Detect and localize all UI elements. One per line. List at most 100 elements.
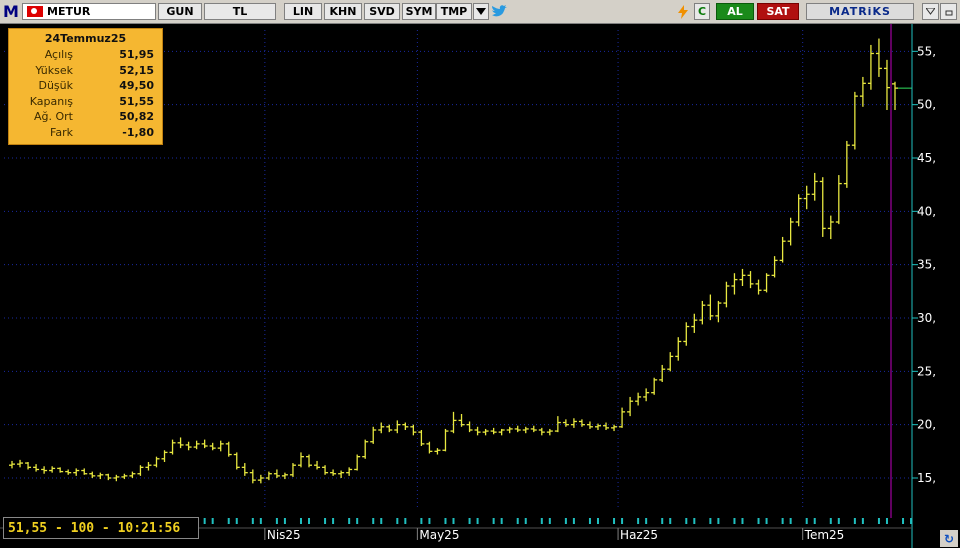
ohlc-bar: [225, 441, 232, 457]
ohlc-bar: [289, 463, 296, 477]
y-tick-label: 15,: [917, 471, 936, 485]
x-tick-label: Nis25: [267, 528, 301, 542]
volume-tick: [789, 518, 792, 524]
ohlc-bar: [835, 175, 842, 225]
volume-tick: [468, 518, 471, 524]
ohlc-bar: [33, 464, 40, 472]
buy-button[interactable]: AL: [716, 3, 754, 20]
ohlc-bar: [466, 421, 473, 433]
last-trade-status: 51,55 - 100 - 10:21:56: [3, 517, 199, 539]
volume-tick: [211, 518, 214, 524]
bird-icon[interactable]: [490, 3, 508, 20]
ohlc-bar: [121, 473, 128, 480]
ohlc-bar: [201, 439, 208, 449]
ohlc-bar: [570, 418, 577, 428]
ohlc-bar: [755, 279, 762, 295]
ohlc-bar: [795, 194, 802, 227]
svd-button[interactable]: SVD: [364, 3, 400, 20]
volume-tick: [444, 518, 447, 524]
info-row-open: Açılış 51,95: [44, 48, 154, 62]
ohlc-bar: [530, 425, 537, 433]
volume-tick: [805, 518, 808, 524]
ohlc-bar: [675, 337, 682, 361]
volume-tick: [452, 518, 455, 524]
volume-tick: [837, 518, 840, 524]
info-row-close: Kapanış 51,55: [29, 94, 154, 108]
minimize-icon[interactable]: [940, 3, 957, 20]
volume-tick: [420, 518, 423, 524]
volume-tick: [203, 518, 206, 524]
ohlc-bar: [273, 469, 280, 478]
ohlc-bar: [803, 185, 810, 210]
window-menu-icon[interactable]: [922, 3, 939, 20]
volume-tick: [885, 518, 888, 524]
sym-button[interactable]: SYM: [402, 3, 436, 20]
volume-tick: [348, 518, 351, 524]
x-tick-label: May25: [419, 528, 459, 542]
y-tick-label: 25,: [917, 364, 936, 378]
triangle-down-icon[interactable]: [473, 3, 489, 20]
volume-tick: [396, 518, 399, 524]
ohlc-bar: [129, 471, 136, 478]
info-row-low: Düşük 49,50: [38, 79, 154, 93]
ohlc-bar: [281, 472, 288, 480]
ohlc-info-panel: 24Temmuz25 Açılış 51,95 Yüksek 52,15 Düş…: [8, 28, 163, 145]
ohlc-bar: [667, 352, 674, 372]
ohlc-bar: [811, 172, 818, 201]
symbol-label: METUR: [47, 5, 91, 18]
volume-tick: [588, 518, 591, 524]
ohlc-bar: [306, 454, 313, 468]
volume-tick: [757, 518, 760, 524]
y-tick-label: 45,: [917, 151, 936, 165]
ohlc-bar: [169, 439, 176, 455]
linear-scale-button[interactable]: LIN: [284, 3, 322, 20]
symbol-selector[interactable]: METUR: [22, 3, 156, 20]
y-tick-label: 30,: [917, 311, 936, 325]
ohlc-bar: [57, 467, 64, 473]
ohlc-bar: [265, 471, 272, 481]
period-button[interactable]: GUN: [158, 3, 202, 20]
ohlc-bar: [715, 300, 722, 323]
ohlc-bar: [506, 426, 513, 434]
sell-button[interactable]: SAT: [757, 3, 799, 20]
volume-tick: [781, 518, 784, 524]
ohlc-bar: [338, 470, 345, 478]
ohlc-bar: [257, 474, 264, 484]
ohlc-bar: [723, 281, 730, 308]
ohlc-bar: [314, 460, 321, 470]
volume-tick: [564, 518, 567, 524]
ohlc-bar: [378, 422, 385, 434]
ohlc-bar: [562, 419, 569, 427]
ohlc-bar: [659, 364, 666, 382]
matriks-logo[interactable]: M: [3, 2, 19, 21]
turkey-flag-icon: [27, 6, 43, 17]
ohlc-bar: [651, 377, 658, 395]
ohlc-bar: [522, 426, 529, 434]
volume-tick: [813, 518, 816, 524]
ohlc-bar: [241, 463, 248, 476]
ohlc-bar: [883, 59, 890, 110]
volume-tick: [661, 518, 664, 524]
currency-button[interactable]: TL: [204, 3, 276, 20]
refresh-button[interactable]: C: [694, 3, 710, 20]
tmp-button[interactable]: TMP: [436, 3, 472, 20]
ohlc-bar: [875, 38, 882, 77]
khn-button[interactable]: KHN: [324, 3, 362, 20]
ohlc-bar: [771, 256, 778, 278]
ohlc-bar: [458, 414, 465, 427]
ohlc-bar: [763, 273, 770, 293]
ohlc-bar: [185, 441, 192, 451]
y-tick-label: 20,: [917, 418, 936, 432]
ohlc-bar: [731, 273, 738, 295]
volume-tick: [637, 518, 640, 524]
volume-tick: [324, 518, 327, 524]
lightning-icon[interactable]: [674, 3, 692, 20]
ohlc-bar: [699, 300, 706, 325]
ohlc-bar: [41, 466, 48, 474]
ohlc-bar: [209, 442, 216, 451]
ohlc-bar: [153, 456, 160, 468]
settings-swirl-icon[interactable]: ↻: [940, 530, 958, 547]
volume-tick: [299, 518, 302, 524]
matriks-brand-button[interactable]: MATRiKS: [806, 3, 914, 20]
ohlc-bar: [450, 411, 457, 434]
